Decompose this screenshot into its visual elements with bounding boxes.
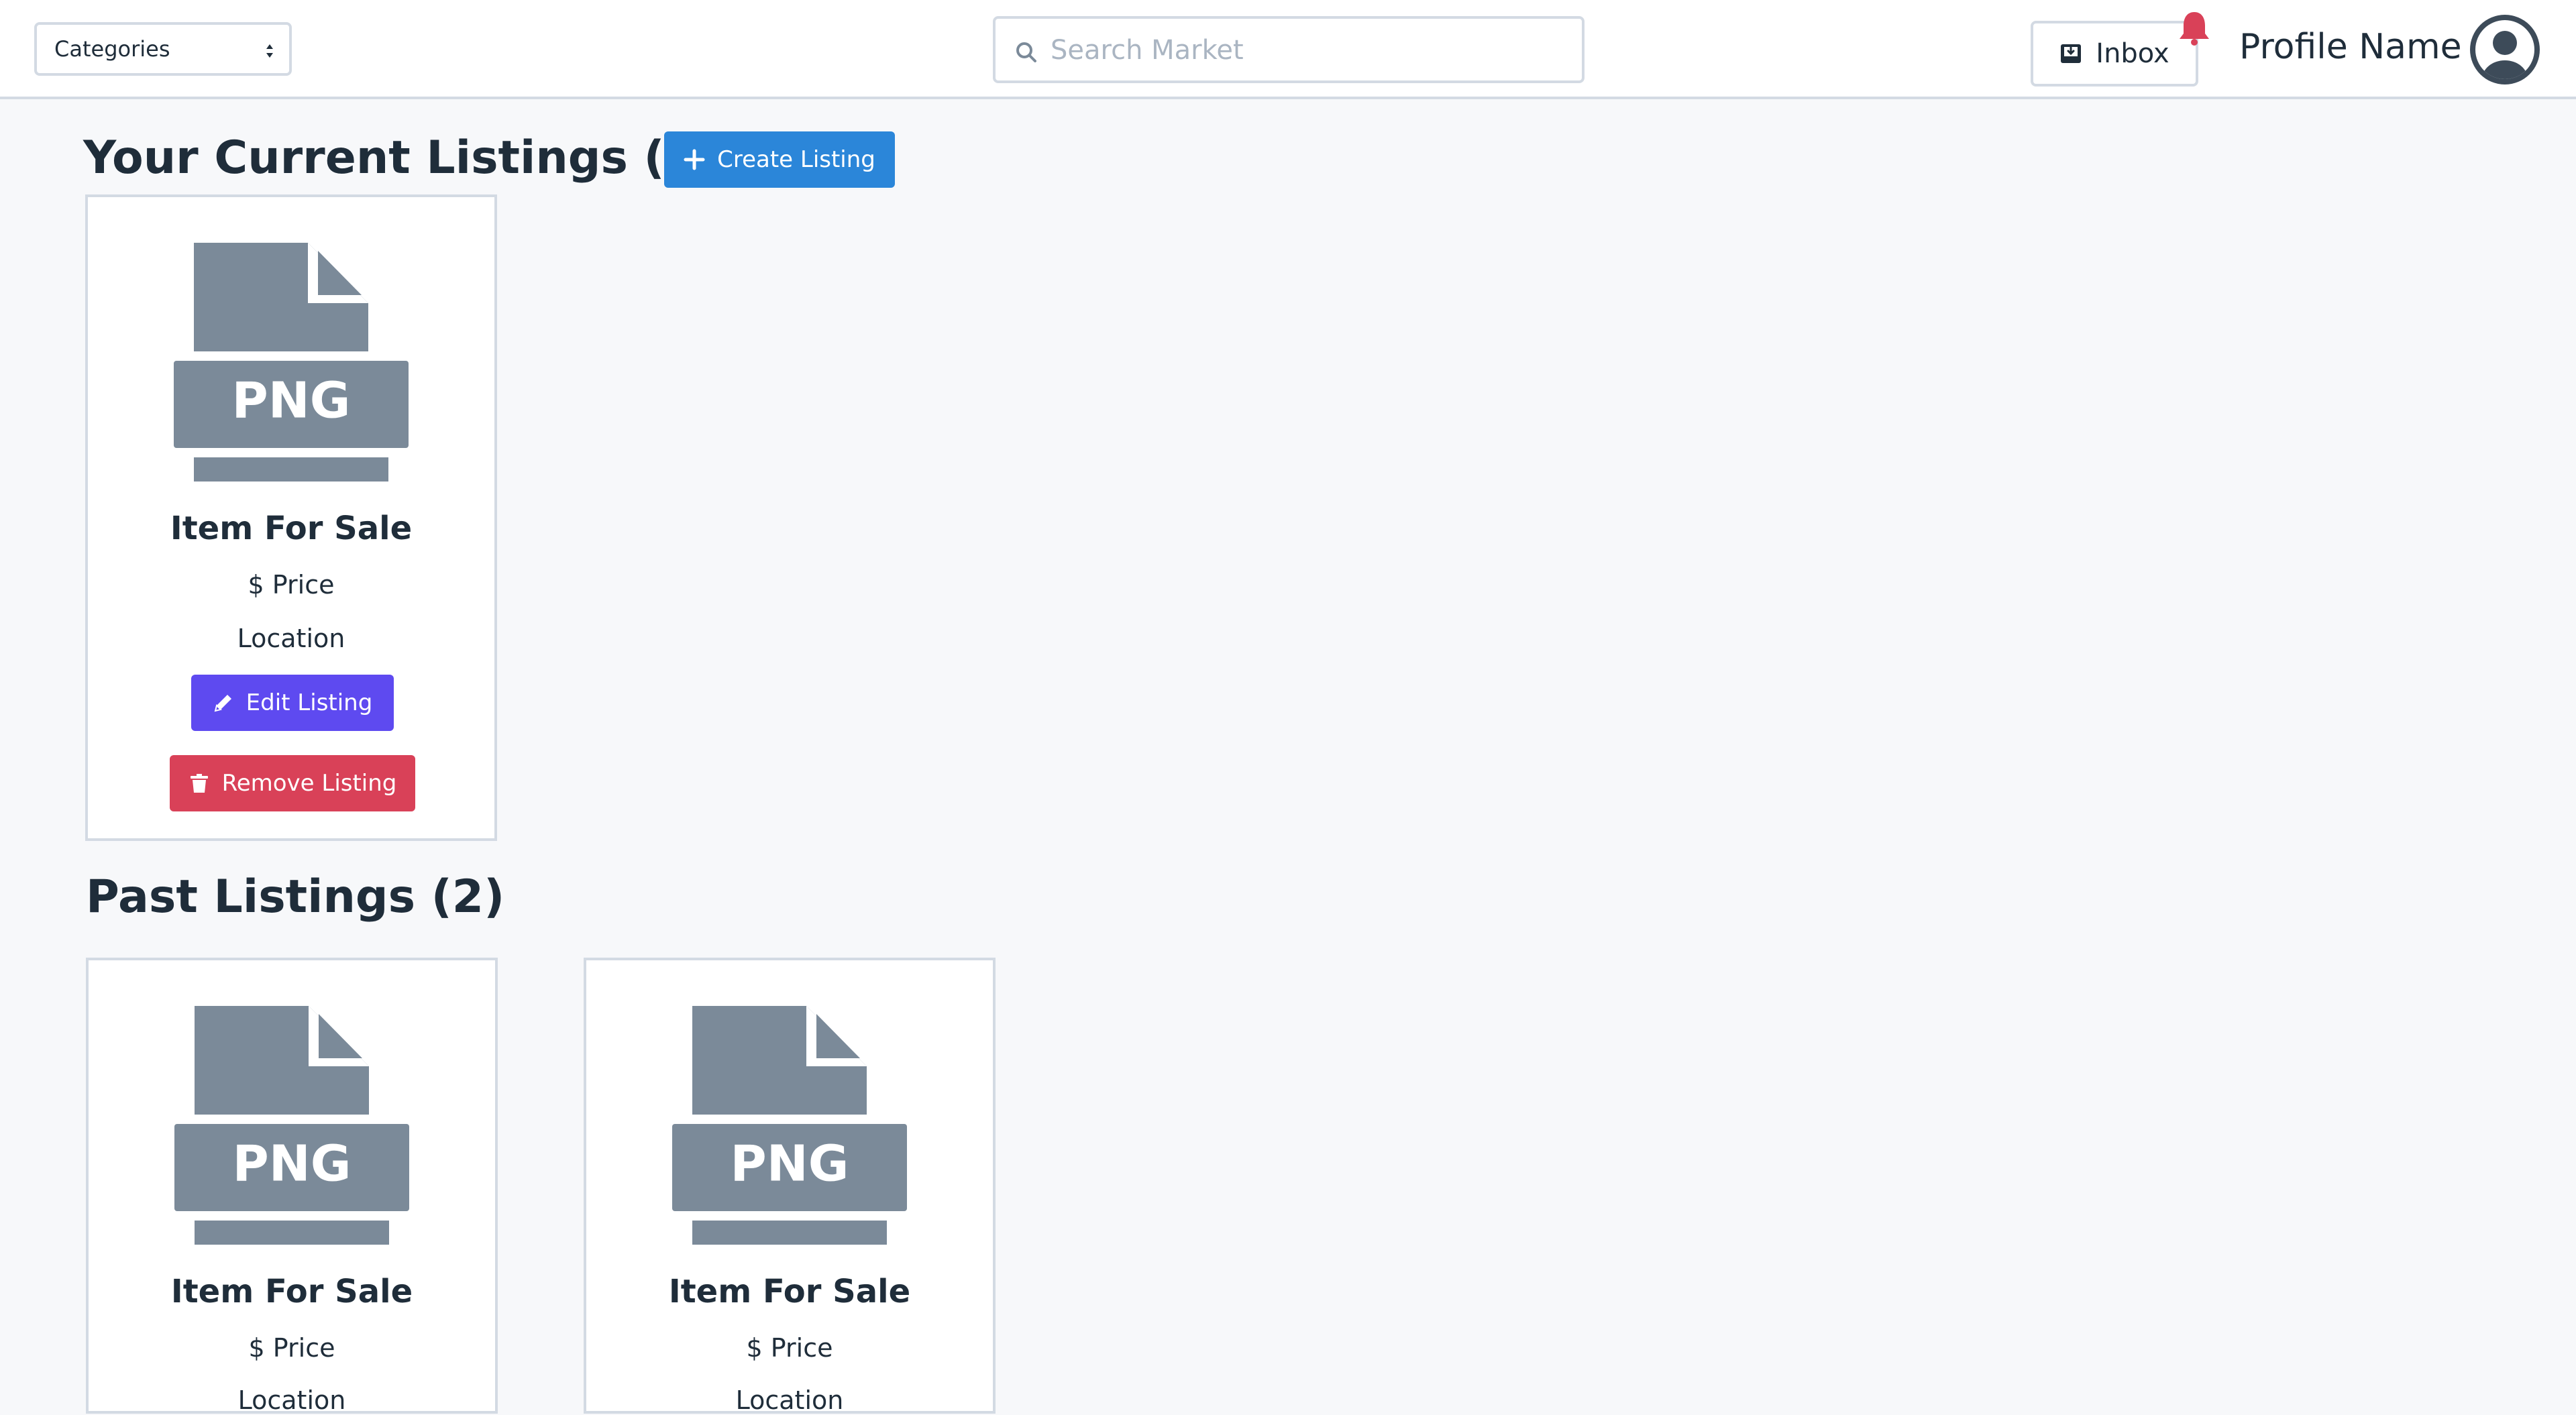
remove-listing-button[interactable]: Remove Listing	[170, 755, 415, 811]
create-listing-button[interactable]: Create Listing	[664, 131, 895, 188]
inbox-label: Inbox	[2096, 38, 2169, 69]
search-bar	[993, 16, 1585, 83]
listing-price: $ Price	[746, 1333, 833, 1363]
past-listings-title: Past Listings (2)	[86, 870, 505, 923]
notification-bell-icon[interactable]	[2176, 9, 2212, 47]
top-navbar: Categories Inbox Profile Name	[0, 0, 2576, 99]
listing-title: Item For Sale	[668, 1273, 911, 1310]
edit-listing-button[interactable]: Edit Listing	[191, 675, 394, 731]
thumb-text: PNG	[233, 1135, 352, 1193]
pencil-icon	[214, 695, 231, 712]
inbox-download-icon	[2061, 44, 2082, 63]
png-file-icon: PNG	[672, 1006, 907, 1245]
listing-price: $ Price	[248, 570, 335, 600]
png-file-icon: PNG	[174, 243, 409, 482]
profile-name[interactable]: Profile Name	[2239, 27, 2462, 67]
create-listing-label: Create Listing	[717, 146, 875, 173]
listing-location: Location	[237, 624, 345, 653]
categories-select[interactable]: Categories	[34, 22, 292, 76]
plus-icon	[684, 149, 705, 170]
thumb-text: PNG	[731, 1135, 849, 1193]
edit-listing-label: Edit Listing	[246, 689, 373, 716]
categories-select-label: Categories	[54, 36, 170, 62]
listing-title: Item For Sale	[170, 510, 413, 547]
listing-location: Location	[735, 1385, 844, 1415]
listing-location: Location	[237, 1385, 346, 1415]
png-file-icon: PNG	[174, 1006, 409, 1245]
past-listing-card[interactable]: PNG Item For Sale $ Price Location	[86, 958, 498, 1415]
listing-price: $ Price	[248, 1333, 335, 1363]
trash-icon	[190, 774, 208, 793]
listing-title: Item For Sale	[170, 1273, 413, 1310]
avatar-icon[interactable]	[2470, 15, 2540, 84]
thumb-text: PNG	[232, 372, 351, 430]
select-arrows-icon	[266, 44, 273, 58]
search-icon	[1016, 42, 1036, 62]
listing-card[interactable]: PNG Item For Sale $ Price Location Edit …	[85, 194, 497, 841]
remove-listing-label: Remove Listing	[221, 770, 397, 797]
inbox-button[interactable]: Inbox	[2031, 21, 2198, 87]
current-listings-title: Your Current Listings (1)	[83, 131, 718, 184]
search-input[interactable]	[1049, 28, 1562, 72]
past-listing-card[interactable]: PNG Item For Sale $ Price Location	[584, 958, 996, 1415]
